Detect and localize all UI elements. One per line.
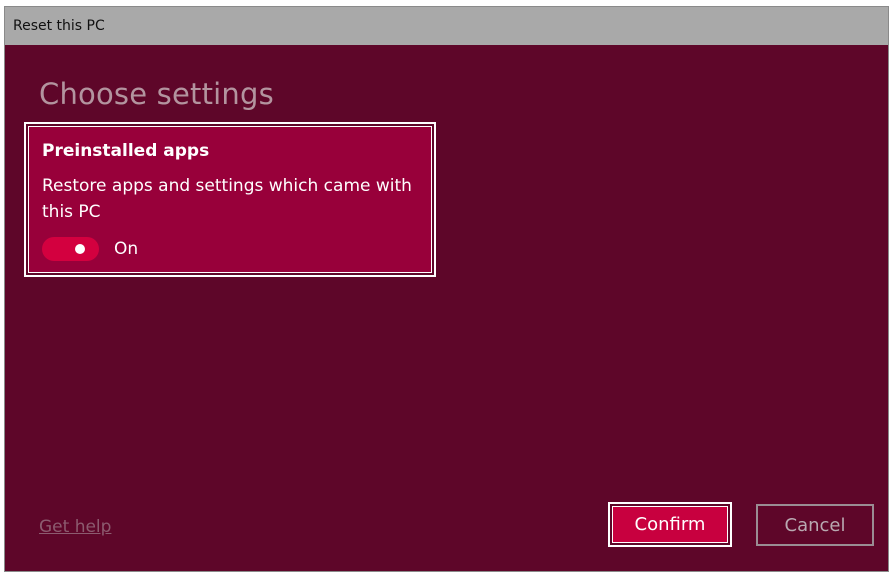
preinstalled-apps-toggle[interactable] (42, 237, 99, 261)
option-card-body: Preinstalled apps Restore apps and setti… (28, 126, 432, 273)
cancel-button[interactable]: Cancel (756, 504, 874, 546)
reset-pc-window: Reset this PC Choose settings Preinstall… (4, 6, 889, 572)
get-help-link[interactable]: Get help (39, 517, 111, 537)
option-title: Preinstalled apps (42, 141, 210, 161)
toggle-state-label: On (114, 239, 139, 259)
preinstalled-apps-option[interactable]: Preinstalled apps Restore apps and setti… (24, 122, 436, 277)
page-title: Choose settings (39, 77, 274, 111)
toggle-knob (75, 244, 85, 254)
window-title: Reset this PC (13, 18, 105, 34)
option-description: Restore apps and settings which came wit… (42, 176, 412, 222)
title-bar: Reset this PC (5, 7, 888, 45)
confirm-button-label: Confirm (612, 506, 728, 543)
confirm-button[interactable]: Confirm (608, 502, 732, 547)
